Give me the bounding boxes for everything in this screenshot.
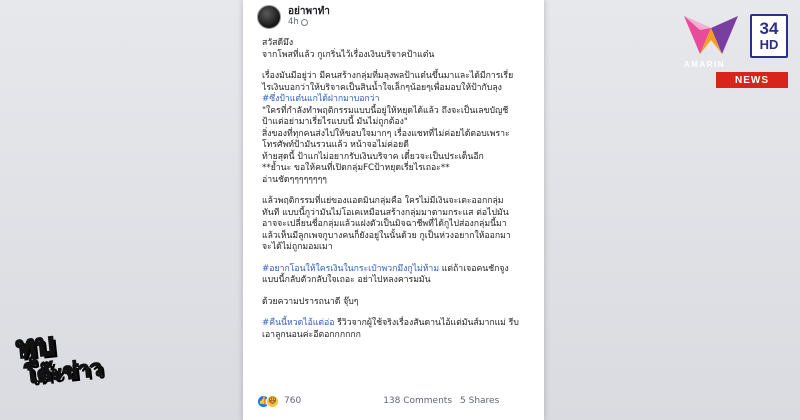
post-text-line: #คืนนี้หวดไอ้แต่อ่อ รีวิวจากผู้ใช้จริงเร…: [262, 318, 538, 330]
show-logo: ทุบ โต๊ะข่าว: [13, 323, 113, 404]
news-badge: NEWS: [716, 72, 788, 88]
post-text-line: ทันที แบบนี้กูว่ามันไม่โอเคเหมือนสร้างกล…: [262, 207, 509, 218]
shares-count[interactable]: 5 Shares: [460, 396, 499, 406]
post-header: อย่าพาทำ 4h: [257, 4, 330, 30]
post-text-line: เอาลูกนอนค่ะอีตอกกกกกก: [262, 329, 361, 340]
post-text-line: ท้ายสุดนี้ ป้าแกไม่อยากรับเงินบริจาค เดี…: [262, 151, 484, 162]
hashtag-link[interactable]: #ซึ่งป้าแต๋นแกได้ฝากมาบอกว่า: [262, 94, 379, 104]
post-timestamp[interactable]: 4h: [288, 16, 330, 27]
hashtag-link[interactable]: #อยากโอนให้ใครเงินในกระเป๋าพวกมึงกูไม่ห้…: [262, 264, 439, 274]
post-text-line: ด้วยความปรารถนาดี จุ๊บๆ: [262, 296, 359, 307]
post-text-line: แล้วเห็นมีลูกเพจกูบางคนก็ยังอยู่ในนั้นด้…: [262, 230, 511, 241]
post-text-line: สิ่งของที่ทุกคนส่งไปให้ขอบใจมากๆ เรื่องแ…: [262, 128, 510, 139]
post-text-line: สวัสดีมึง: [262, 38, 294, 48]
post-text-line: แบบนี้กลับตัวกลับใจเถอะ อย่าไปหลงคารมมัน: [262, 275, 431, 285]
hashtag-link[interactable]: #คืนนี้หวดไอ้แต่อ่อ: [262, 318, 334, 328]
channel-number: 34: [759, 19, 779, 39]
post-text-line: #อยากโอนให้ใครเงินในกระเป๋าพวกมึงกูไม่ห้…: [262, 264, 538, 276]
post-text-line: "ใครที่กำลังทำพฤติกรรมแบบนี้อยู่ให้หยุดไ…: [262, 105, 509, 116]
post-footer: 👍 😆 760 138 Comments 5 Shares: [257, 393, 541, 409]
haha-icon: 😆: [266, 394, 279, 408]
post-text-line: โทรศัพท์ป้ามันรวนแล้ว หน้าจอไม่ค่อยดี: [262, 140, 409, 150]
amarin-logo: [684, 16, 738, 54]
channel-badge: 34 HD: [750, 14, 788, 58]
post-text-line: ไรเงินบอกว่าให้บริจาคเป็นสินน้ำใจเล็กๆน้…: [262, 82, 502, 93]
reactions-summary[interactable]: 👍 😆 760: [257, 394, 302, 408]
post-text-line: **ย้ำนะ ขอให้คนที่เปิดกลุ่มFCป้าหยุดเรี่…: [262, 163, 450, 173]
post-text-fragment: รีวิวจากผู้ใช้จริงเรื่องสันดานไอ้แต่มันส…: [334, 318, 519, 328]
channel-hd: HD: [759, 37, 779, 53]
comments-count[interactable]: 138 Comments: [383, 396, 452, 406]
post-text-line: จะได้ไม่ถูกมอมเมา: [262, 242, 333, 252]
post-time-text: 4h: [288, 16, 299, 27]
post-text-line: อาจจะเปลี่ยนชื่อกลุ่มแล้วแฝงตัวเป็นมิจฉา…: [262, 219, 507, 229]
globe-icon: [300, 18, 308, 26]
post-text-line: อ่านชัดๆๆๆๆๆๆๆๆ: [262, 174, 327, 185]
network-name: AMARIN: [684, 60, 725, 69]
author-block: อย่าพาทำ 4h: [288, 7, 330, 26]
post-body: สวัสดีมึง จากโพสที่แล้ว กูเกริ่นไว้เรื่อง…: [262, 38, 538, 341]
post-text-fragment: แต่ถ้าเจอคนชักจูง: [439, 263, 509, 274]
avatar[interactable]: [257, 5, 281, 29]
post-text-line: #ซึ่งป้าแต๋นแกได้ฝากมาบอกว่า: [262, 94, 538, 106]
post-text-line: จากโพสที่แล้ว กูเกริ่นไว้เรื่องเงินบริจา…: [262, 49, 435, 60]
post-text-line: แล้วพฤติกรรมที่แย่ของแอดมินกลุ่มคือ ใครไ…: [262, 196, 504, 206]
post-text-line: ป้าแต่อย่ามาเรี่ยไรแบบนี้ มันไม่ถูกต้อง": [262, 117, 408, 127]
channel-logo-area: AMARIN 34 HD NEWS: [662, 8, 790, 88]
reaction-count: 760: [284, 396, 302, 406]
facebook-post-card: อย่าพาทำ 4h สวัสดีมึง จากโพสที่แล้ว กูเกร…: [243, 0, 544, 420]
post-text-line: เรื่องมันมีอยู่ว่า มีคนสร้างกลุ่มที่มลุง…: [262, 71, 514, 81]
